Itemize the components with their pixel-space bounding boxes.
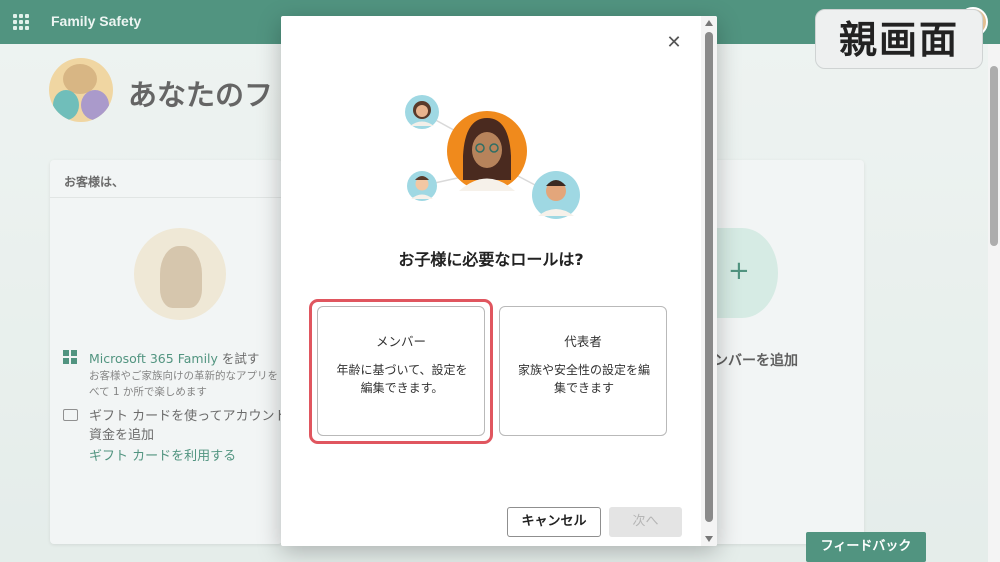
- role-description: 家族や安全性の設定を編集できます: [517, 363, 650, 395]
- role-dialog: ✕ お子様に必要なロールは? メンバー 年齢に基づいて、設定を編集できます。 代…: [281, 16, 717, 546]
- role-option-representative[interactable]: 代表者 家族や安全性の設定を編集できます: [499, 306, 667, 436]
- cancel-button[interactable]: キャンセル: [507, 507, 601, 537]
- next-button[interactable]: 次へ: [609, 507, 682, 537]
- close-icon[interactable]: ✕: [665, 34, 683, 52]
- parent-screen-label: 親画面: [815, 9, 983, 69]
- man-avatar: [532, 171, 580, 219]
- dialog-scrollbar[interactable]: [701, 16, 717, 546]
- center-woman-avatar: [447, 111, 527, 191]
- family-members-illustration: [405, 95, 580, 219]
- dialog-heading: お子様に必要なロールは?: [398, 250, 584, 269]
- role-title: 代表者: [564, 334, 602, 349]
- scroll-down-icon[interactable]: [705, 536, 713, 542]
- role-title: メンバー: [375, 334, 426, 349]
- scroll-up-icon[interactable]: [705, 20, 713, 26]
- dialog-scroll-thumb[interactable]: [705, 32, 713, 522]
- small-woman-avatar: [405, 95, 439, 129]
- role-description: 年齢に基づいて、設定を編集できます。: [336, 363, 468, 395]
- small-boy-avatar: [407, 171, 437, 201]
- role-option-member[interactable]: メンバー 年齢に基づいて、設定を編集できます。: [317, 306, 485, 436]
